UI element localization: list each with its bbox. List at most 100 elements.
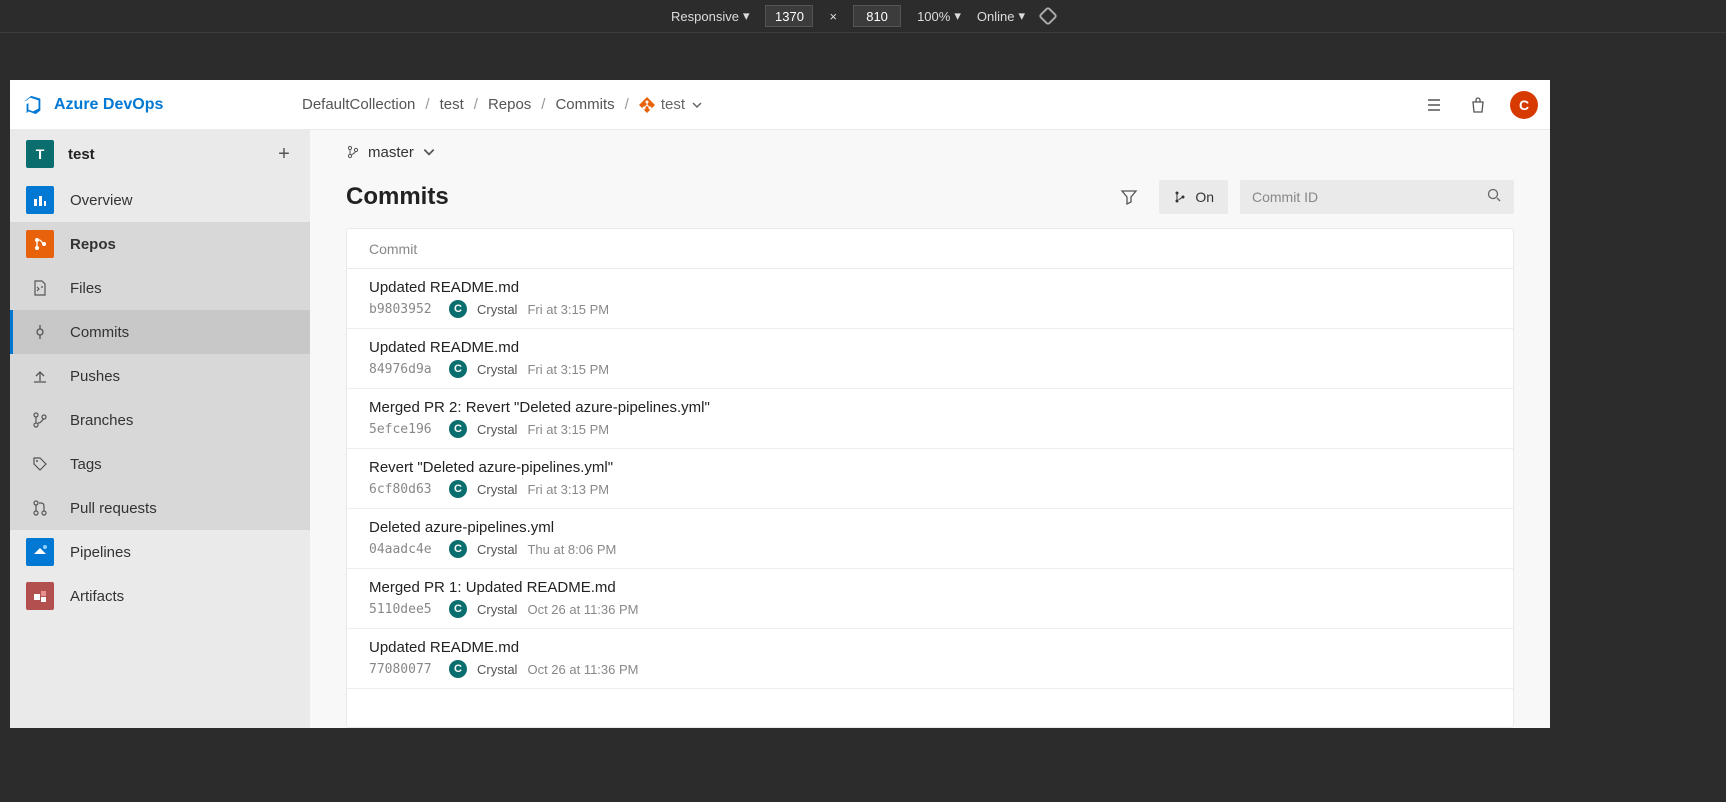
breadcrumb-separator: / xyxy=(425,96,429,113)
breadcrumb-project[interactable]: test xyxy=(440,96,464,113)
author-avatar: C xyxy=(449,300,467,318)
commit-meta: 04aadc4e C Crystal Thu at 8:06 PM xyxy=(369,540,1491,558)
commit-row[interactable]: Merged PR 1: Updated README.md 5110dee5 … xyxy=(347,569,1513,629)
project-row[interactable]: T test + xyxy=(10,130,310,178)
commit-title: Merged PR 1: Updated README.md xyxy=(369,579,1491,596)
author-avatar: C xyxy=(449,660,467,678)
commit-author: Crystal xyxy=(477,302,517,317)
commit-meta: 84976d9a C Crystal Fri at 3:15 PM xyxy=(369,360,1491,378)
sidebar-item-label: Repos xyxy=(70,236,116,253)
commit-row[interactable]: Deleted azure-pipelines.yml 04aadc4e C C… xyxy=(347,509,1513,569)
breadcrumb-repo-name: test xyxy=(661,96,685,113)
git-repo-icon xyxy=(639,97,655,113)
caret-down-icon: ▾ xyxy=(954,8,961,24)
branch-picker[interactable]: master xyxy=(310,130,1550,174)
sidebar-sub-files[interactable]: Files xyxy=(10,266,310,310)
commit-title: Updated README.md xyxy=(369,279,1491,296)
sidebar-sub-commits[interactable]: Commits xyxy=(10,310,310,354)
commit-row[interactable]: Updated README.md 77080077 C Crystal Oct… xyxy=(347,629,1513,689)
breadcrumb-area[interactable]: Repos xyxy=(488,96,531,113)
commit-graph-toggle[interactable]: On xyxy=(1159,180,1228,214)
throttle-label: Online xyxy=(977,9,1015,24)
breadcrumb-page[interactable]: Commits xyxy=(555,96,614,113)
graph-icon xyxy=(1173,190,1187,204)
commit-author: Crystal xyxy=(477,362,517,377)
commit-hash: 84976d9a xyxy=(369,362,439,377)
commit-id-input[interactable] xyxy=(1252,189,1486,205)
rotate-icon[interactable] xyxy=(1041,9,1055,23)
commit-row[interactable]: Updated README.md 84976d9a C Crystal Fri… xyxy=(347,329,1513,389)
sidebar-sub-pushes[interactable]: Pushes xyxy=(10,354,310,398)
sidebar-item-repos[interactable]: Repos xyxy=(10,222,310,266)
list-view-icon[interactable] xyxy=(1422,93,1446,117)
breadcrumb-collection[interactable]: DefaultCollection xyxy=(302,96,415,113)
commit-author: Crystal xyxy=(477,422,517,437)
sidebar-sub-pull-requests[interactable]: Pull requests xyxy=(10,486,310,530)
commit-author: Crystal xyxy=(477,602,517,617)
breadcrumb: DefaultCollection / test / Repos / Commi… xyxy=(302,96,703,113)
device-mode-dropdown[interactable]: Responsive ▾ xyxy=(671,8,749,24)
commits-panel: Commit Updated README.md b9803952 C Crys… xyxy=(346,228,1514,728)
column-header-commit: Commit xyxy=(369,241,417,257)
chevron-down-icon xyxy=(691,99,703,111)
commit-meta: b9803952 C Crystal Fri at 3:15 PM xyxy=(369,300,1491,318)
sidebar-item-pipelines[interactable]: Pipelines xyxy=(10,530,310,574)
commit-hash: 5110dee5 xyxy=(369,602,439,617)
azure-devops-logo-icon xyxy=(22,94,44,116)
commit-row[interactable]: Revert "Deleted azure-pipelines.yml" 6cf… xyxy=(347,449,1513,509)
commit-date: Oct 26 at 11:36 PM xyxy=(527,602,638,617)
commit-date: Fri at 3:15 PM xyxy=(527,362,609,377)
commit-hash: b9803952 xyxy=(369,302,439,317)
commit-author: Crystal xyxy=(477,662,517,677)
commit-id-search[interactable] xyxy=(1240,180,1514,214)
sidebar-item-label: Pipelines xyxy=(70,544,131,561)
sidebar-item-label: Artifacts xyxy=(70,588,124,605)
author-avatar: C xyxy=(449,420,467,438)
commit-date: Fri at 3:15 PM xyxy=(527,302,609,317)
author-avatar: C xyxy=(449,480,467,498)
commit-meta: 5110dee5 C Crystal Oct 26 at 11:36 PM xyxy=(369,600,1491,618)
page-title: Commits xyxy=(346,183,449,211)
push-icon xyxy=(26,367,54,385)
chevron-down-icon xyxy=(422,145,436,159)
sidebar-sub-branches[interactable]: Branches xyxy=(10,398,310,442)
caret-down-icon: ▾ xyxy=(1018,8,1025,24)
devtools-ruler xyxy=(0,32,1726,56)
sidebar-sub-label: Tags xyxy=(70,456,102,473)
shopping-bag-icon[interactable] xyxy=(1466,93,1490,117)
commit-meta: 6cf80d63 C Crystal Fri at 3:13 PM xyxy=(369,480,1491,498)
user-avatar[interactable]: C xyxy=(1510,91,1538,119)
project-name: test xyxy=(68,146,95,163)
brand[interactable]: Azure DevOps xyxy=(22,94,302,116)
commit-title: Updated README.md xyxy=(369,339,1491,356)
zoom-dropdown[interactable]: 100% ▾ xyxy=(917,8,961,24)
sidebar-item-artifacts[interactable]: Artifacts xyxy=(10,574,310,618)
commit-author: Crystal xyxy=(477,482,517,497)
commit-hash: 6cf80d63 xyxy=(369,482,439,497)
commit-row[interactable]: Updated README.md b9803952 C Crystal Fri… xyxy=(347,269,1513,329)
sidebar-sub-label: Branches xyxy=(70,412,133,429)
commits-table-header: Commit xyxy=(347,229,1513,269)
commit-row[interactable]: Merged PR 2: Revert "Deleted azure-pipel… xyxy=(347,389,1513,449)
throttle-dropdown[interactable]: Online ▾ xyxy=(977,8,1025,24)
commit-title: Updated README.md xyxy=(369,639,1491,656)
filter-button[interactable] xyxy=(1111,180,1147,214)
sidebar-item-overview[interactable]: Overview xyxy=(10,178,310,222)
branch-icon xyxy=(346,145,360,159)
graph-toggle-label: On xyxy=(1195,189,1214,205)
zoom-label: 100% xyxy=(917,9,950,24)
commit-icon xyxy=(26,323,54,341)
breadcrumb-separator: / xyxy=(474,96,478,113)
viewport-width-input[interactable] xyxy=(765,5,813,27)
new-item-icon[interactable]: + xyxy=(274,144,294,164)
commit-date: Oct 26 at 11:36 PM xyxy=(527,662,638,677)
viewport-height-input[interactable] xyxy=(853,5,901,27)
brand-text: Azure DevOps xyxy=(54,96,163,114)
branch-name: master xyxy=(368,144,414,161)
sidebar-sub-tags[interactable]: Tags xyxy=(10,442,310,486)
author-avatar: C xyxy=(449,600,467,618)
commit-author: Crystal xyxy=(477,542,517,557)
app-viewport: Azure DevOps DefaultCollection / test / … xyxy=(10,80,1550,728)
pipelines-icon xyxy=(26,538,54,566)
breadcrumb-repo-picker[interactable]: test xyxy=(639,96,703,113)
